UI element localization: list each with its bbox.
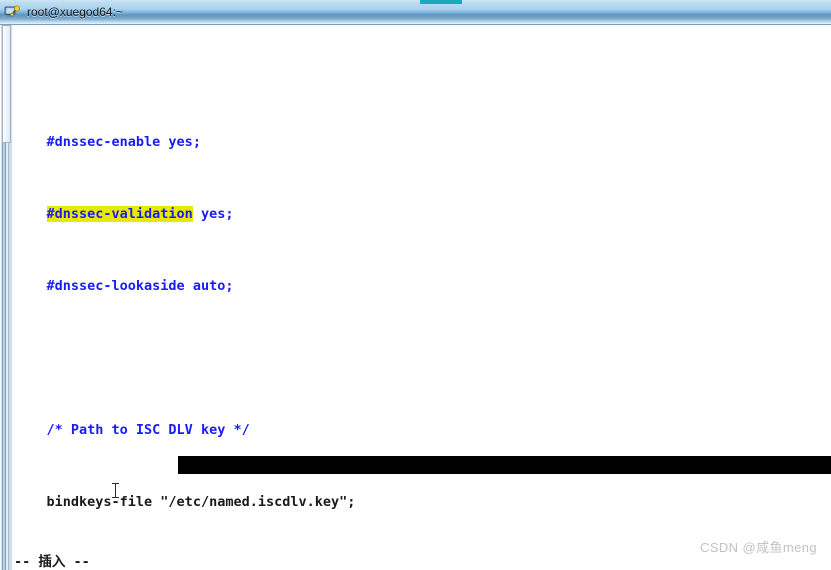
mouse-ibeam-cursor (112, 483, 119, 498)
title-accent-stripe (420, 0, 462, 4)
code-line-dnssec-lookaside: #dnssec-lookaside auto; (14, 277, 831, 295)
vim-status-line: -- 插入 -- (14, 554, 90, 570)
search-highlight-dnssec-validation: #dnssec-validation (46, 206, 193, 222)
terminal-body[interactable]: #dnssec-enable yes; #dnssec-validation y… (0, 25, 831, 570)
putty-terminal-window: root@xuegod64:~ #dnssec-enable yes; #dns… (0, 0, 831, 570)
scrollbar-thumb[interactable] (2, 25, 11, 143)
code-line-dlv-comment: /* Path to ISC DLV key */ (14, 421, 831, 439)
csdn-watermark: CSDN @咸鱼meng (700, 540, 817, 555)
statement-bindkeys-file: bindkeys-file "/etc/named.iscdlv.key"; (46, 494, 356, 510)
vertical-scrollbar[interactable] (0, 25, 13, 570)
window-title: root@xuegod64:~ (27, 5, 123, 19)
comment-dnssec-lookaside: #dnssec-lookaside auto; (46, 278, 234, 294)
vim-editor-text[interactable]: #dnssec-enable yes; #dnssec-validation y… (14, 25, 831, 570)
code-line-dnssec-enable: #dnssec-enable yes; (14, 133, 831, 151)
comment-isc-dlv-path: /* Path to ISC DLV key */ (46, 422, 250, 438)
comment-dnssec-enable: #dnssec-enable yes; (46, 134, 201, 150)
putty-icon (4, 3, 22, 21)
redaction-bar (178, 456, 831, 474)
comment-dnssec-validation-rest: yes; (192, 206, 234, 222)
title-bar[interactable]: root@xuegod64:~ (0, 0, 831, 25)
code-line-bindkeys-file: bindkeys-file "/etc/named.iscdlv.key"; (14, 493, 831, 511)
code-line-dnssec-validation: #dnssec-validation yes; (14, 205, 831, 223)
